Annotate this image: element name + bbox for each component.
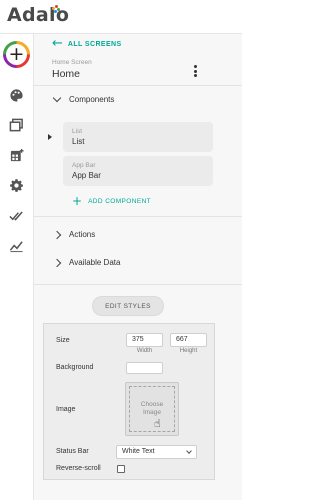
plus-icon: + (72, 194, 83, 208)
gear-icon[interactable] (9, 178, 24, 193)
component-name: List (72, 137, 85, 146)
choose-image-text: Choose (140, 401, 164, 408)
reverse-scroll-label: Reverse-scroll (56, 465, 101, 472)
component-type: App Bar (72, 162, 96, 169)
styles-box: Size 375 Width 667 Height Background Ima… (43, 323, 215, 480)
back-arrow-icon: ← (52, 36, 63, 51)
component-card-list[interactable]: List List (63, 122, 213, 152)
available-data-label: Available Data (69, 258, 121, 267)
actions-section-toggle[interactable]: Actions (52, 230, 96, 239)
add-component-link[interactable]: + ADD COMPONENT (72, 194, 152, 208)
screen-properties-panel: ← ALL SCREENS Home Screen Home Component… (34, 34, 242, 500)
width-input[interactable]: 375 (126, 333, 163, 347)
background-color-input[interactable] (126, 362, 163, 374)
chevron-right-icon (52, 258, 62, 267)
chevron-right-icon (52, 230, 62, 239)
logo-dots-icon (52, 5, 60, 13)
all-screens-link[interactable]: ← ALL SCREENS (52, 36, 122, 51)
chevron-down-icon (186, 448, 192, 454)
all-screens-label: ALL SCREENS (67, 40, 122, 48)
choose-image-dropzone: Choose Image (129, 386, 175, 432)
component-name: App Bar (72, 171, 101, 180)
available-data-section-toggle[interactable]: Available Data (52, 258, 121, 267)
components-label: Components (69, 95, 115, 104)
add-component-button[interactable]: + (3, 41, 30, 68)
background-label: Background (56, 364, 94, 371)
actions-label: Actions (69, 230, 96, 239)
hand-cursor-icon: ☝ (154, 417, 161, 430)
size-label: Size (56, 337, 70, 344)
screen-subtitle: Home Screen (52, 59, 92, 66)
choose-image-button[interactable]: Choose Image ☝ (125, 382, 179, 436)
screen-title[interactable]: Home (52, 68, 80, 80)
component-type: List (72, 128, 83, 135)
edit-styles-button[interactable]: EDIT STYLES (92, 296, 164, 316)
reverse-scroll-checkbox[interactable] (117, 465, 125, 473)
image-label: Image (56, 406, 76, 413)
top-bar: Adalo (0, 0, 242, 34)
width-caption: Width (136, 348, 153, 354)
divider (34, 216, 242, 217)
status-bar-select[interactable]: White Text (116, 445, 197, 459)
more-options-icon[interactable] (194, 65, 198, 77)
height-caption: Height (179, 348, 198, 354)
height-input[interactable]: 667 (170, 333, 207, 347)
add-icon: + (6, 44, 27, 65)
component-card-app-bar[interactable]: App Bar App Bar (63, 156, 213, 186)
components-section-toggle[interactable]: Components (52, 93, 115, 104)
status-bar-value: White Text (122, 448, 155, 455)
marketplace-icon[interactable] (9, 148, 24, 163)
publish-check-icon[interactable] (9, 208, 24, 223)
status-bar-label: Status Bar (56, 448, 89, 455)
add-component-label: ADD COMPONENT (88, 197, 152, 205)
analytics-icon[interactable] (9, 238, 24, 253)
screens-icon[interactable] (9, 118, 24, 133)
palette-icon[interactable] (9, 88, 24, 103)
choose-image-text: Image (142, 409, 162, 416)
left-rail: + (0, 34, 34, 500)
screen-header: Home Screen Home (34, 54, 242, 86)
divider (34, 284, 242, 285)
expand-triangle-icon[interactable] (48, 134, 52, 140)
chevron-down-icon (52, 93, 62, 103)
